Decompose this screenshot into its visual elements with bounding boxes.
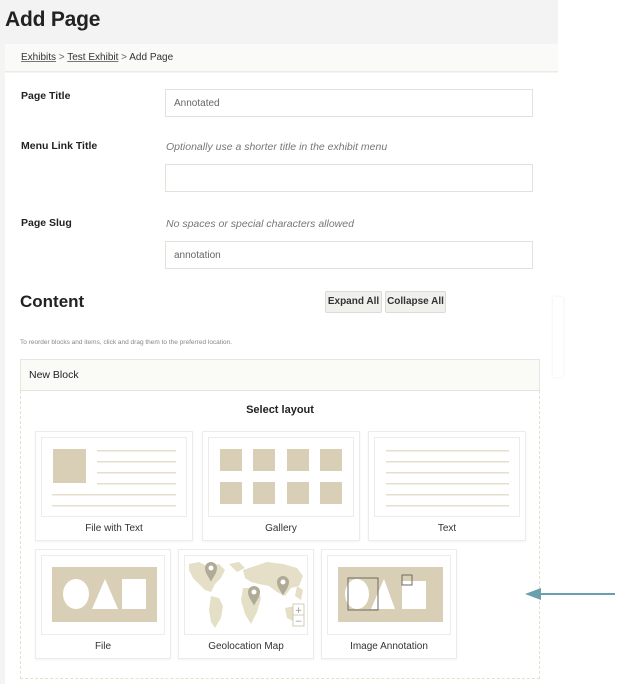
file-with-text-layout-icon [41,437,187,517]
layout-option-file[interactable]: File [35,549,171,659]
layout-label: Text [437,523,457,534]
layout-option-image-annotation[interactable]: Image Annotation [321,549,457,659]
breadcrumb-separator: > [121,52,128,63]
breadcrumb-exhibits-link[interactable]: Exhibits [21,52,56,63]
layout-label: Gallery [265,523,297,534]
layout-option-file-with-text[interactable]: File with Text [35,431,193,541]
image-annotation-layout-icon [327,555,451,635]
main-content: Page Title Menu Link Title Optionally us… [5,73,558,684]
page-title-label: Page Title [21,90,71,102]
layout-label: Geolocation Map [208,641,284,652]
text-layout-icon [374,437,520,517]
svg-text:+: + [295,606,303,616]
breadcrumb-test-exhibit-link[interactable]: Test Exhibit [67,52,118,63]
reorder-hint: To reorder blocks and items, click and d… [20,339,233,346]
layout-label: File with Text [85,523,143,534]
layout-option-text[interactable]: Text [368,431,526,541]
layout-label: File [94,641,112,652]
block-body: Select layout File with Text Gallery Tex… [20,391,540,679]
page-title: Add Page [5,8,101,31]
menu-link-title-hint: Optionally use a shorter title in the ex… [166,141,388,153]
layout-label: Image Annotation [350,641,428,652]
layout-option-geolocation-map[interactable]: + − Geolocation Map [178,549,314,659]
menu-link-title-input[interactable] [165,164,533,192]
page-title-input[interactable] [165,89,533,117]
svg-text:−: − [295,617,303,627]
menu-link-title-label: Menu Link Title [21,140,98,152]
gallery-layout-icon [208,437,354,517]
content-heading: Content [20,292,85,311]
side-panel-edge [553,297,563,377]
block-header[interactable]: New Block [20,359,540,391]
breadcrumb-current: Add Page [129,52,174,63]
geolocation-map-layout-icon: + − [184,555,308,635]
pointer-arrow-icon [525,588,615,600]
file-layout-icon [41,555,165,635]
layout-option-gallery[interactable]: Gallery [202,431,360,541]
page-header: Add Page [0,0,558,43]
select-layout-heading: Select layout [246,404,314,416]
collapse-all-button[interactable]: Collapse All [385,291,446,313]
breadcrumb-separator: > [58,52,65,63]
expand-all-button[interactable]: Expand All [325,291,382,313]
page-slug-hint: No spaces or special characters allowed [166,218,354,230]
breadcrumb: Exhibits > Test Exhibit > Add Page [5,44,558,72]
page-slug-label: Page Slug [21,217,72,229]
page-slug-input[interactable] [165,241,533,269]
